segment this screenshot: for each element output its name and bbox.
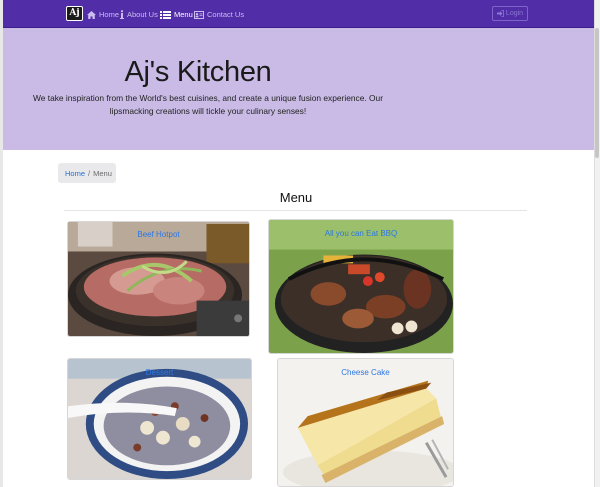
nav-item-label: About Us	[127, 10, 158, 19]
nav-item-home[interactable]: Home	[87, 8, 119, 21]
nav-item-label: Contact Us	[207, 10, 245, 19]
home-icon	[87, 10, 96, 19]
site-title: Aj's Kitchen	[124, 56, 272, 88]
address-card-icon	[194, 10, 204, 19]
dish-title[interactable]: Beef Hotpot	[68, 230, 249, 239]
login-button[interactable]: Login	[492, 6, 528, 21]
breadcrumb-current: Menu	[93, 168, 112, 178]
page-title: Menu	[279, 190, 313, 205]
dish-title[interactable]: Dessert	[68, 368, 251, 377]
bbq-image	[269, 220, 453, 353]
divider	[64, 210, 527, 211]
brand-logo[interactable]: Aj	[66, 6, 83, 21]
scrollbar-thumb[interactable]	[595, 28, 599, 158]
nav-item-label: Home	[99, 10, 120, 19]
navbar: Aj Home About Us Menu Contact Us Login	[3, 0, 594, 28]
hero-banner: Aj's Kitchen We take inspiration from th…	[3, 28, 594, 150]
breadcrumb-home-link[interactable]: Home	[65, 169, 85, 178]
dessert-image	[68, 359, 251, 479]
beef-hotpot-image	[68, 222, 249, 336]
scrollbar[interactable]	[594, 0, 600, 487]
cheese-cake-image	[278, 359, 453, 486]
nav-item-about[interactable]: About Us	[120, 8, 158, 21]
breadcrumb-separator: /	[88, 168, 91, 178]
dish-title[interactable]: All you can Eat BBQ	[269, 229, 453, 238]
nav-item-contact[interactable]: Contact Us	[194, 8, 244, 21]
dish-card-dessert[interactable]: Dessert	[67, 358, 252, 480]
dish-title[interactable]: Cheese Cake	[278, 368, 453, 377]
list-icon	[160, 10, 171, 19]
nav-item-label: Menu	[174, 10, 193, 19]
browser-viewport: Aj Home About Us Menu Contact Us Login A…	[0, 0, 600, 487]
dish-card-beef-hotpot[interactable]: Beef Hotpot	[67, 221, 250, 337]
dish-card-bbq[interactable]: All you can Eat BBQ	[268, 219, 454, 354]
info-icon	[120, 10, 124, 19]
sign-in-icon	[496, 10, 504, 17]
login-label: Login	[505, 10, 524, 17]
dish-card-cheese-cake[interactable]: Cheese Cake	[277, 358, 454, 487]
breadcrumb: Home / Menu	[58, 163, 116, 183]
nav-item-menu[interactable]: Menu	[160, 8, 193, 21]
site-tagline: We take inspiration from the World's bes…	[33, 93, 383, 116]
